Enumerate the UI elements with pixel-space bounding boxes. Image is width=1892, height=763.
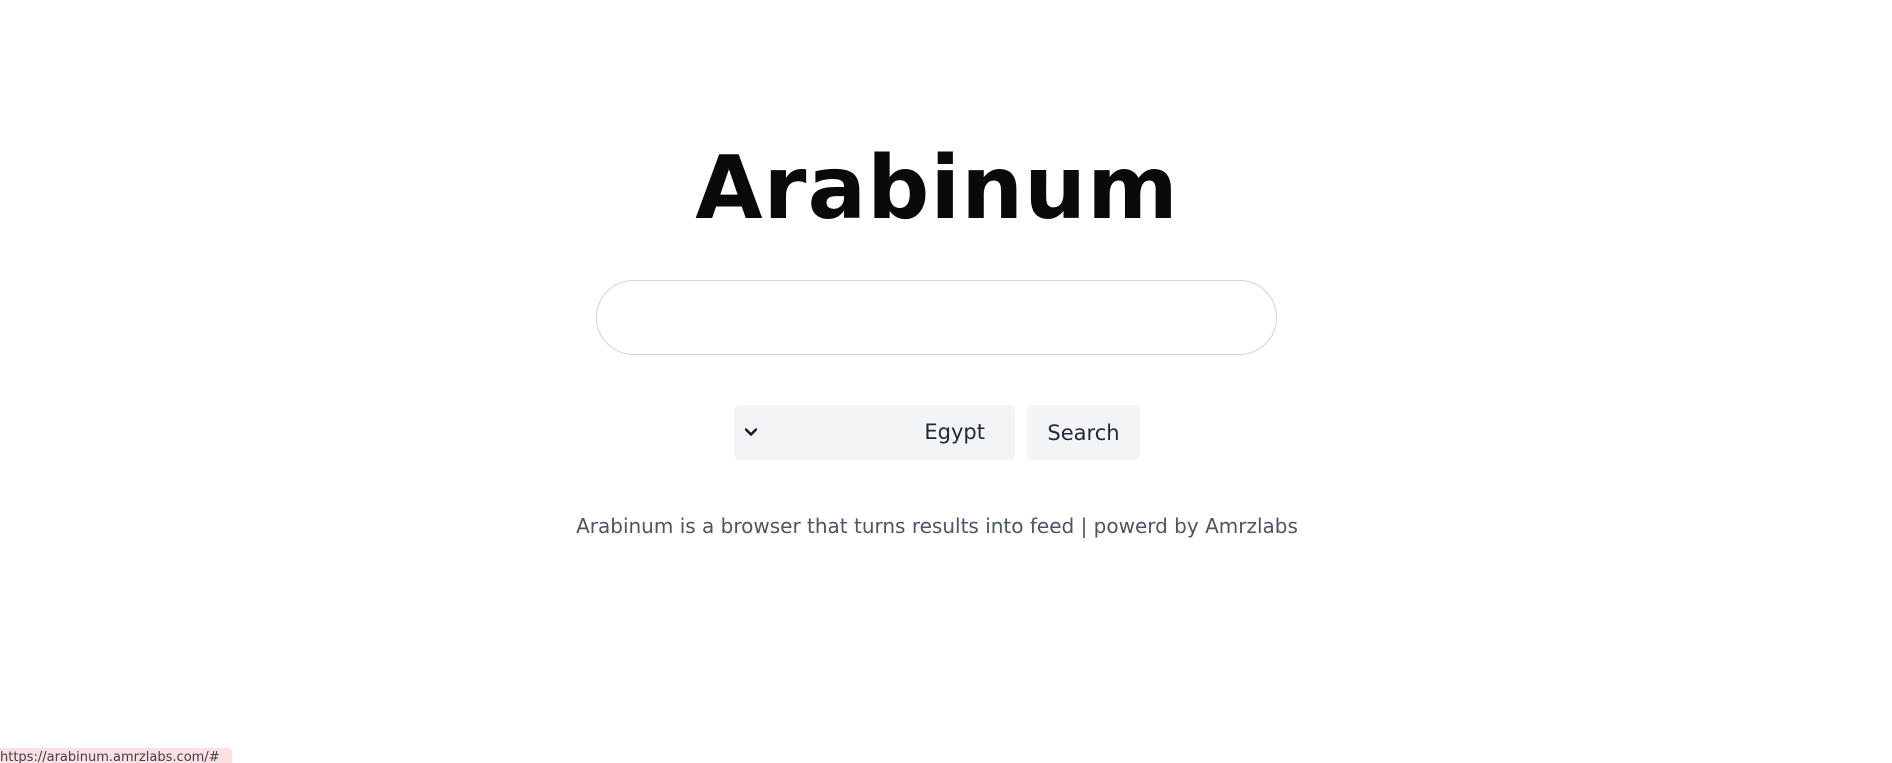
- search-input[interactable]: [596, 280, 1277, 355]
- chevron-down-icon: [744, 428, 758, 436]
- footer-text: Arabinum is a browser that turns results…: [576, 514, 1298, 538]
- search-button[interactable]: Search: [1027, 405, 1140, 460]
- page: Arabinum Egypt Search Arabinum is a brow…: [0, 0, 1892, 763]
- status-bar-url: https://arabinum.amrzlabs.com/#: [0, 748, 232, 763]
- page-title: Arabinum: [695, 137, 1179, 239]
- country-select-value: Egypt: [924, 420, 985, 444]
- country-select[interactable]: Egypt: [734, 405, 1015, 460]
